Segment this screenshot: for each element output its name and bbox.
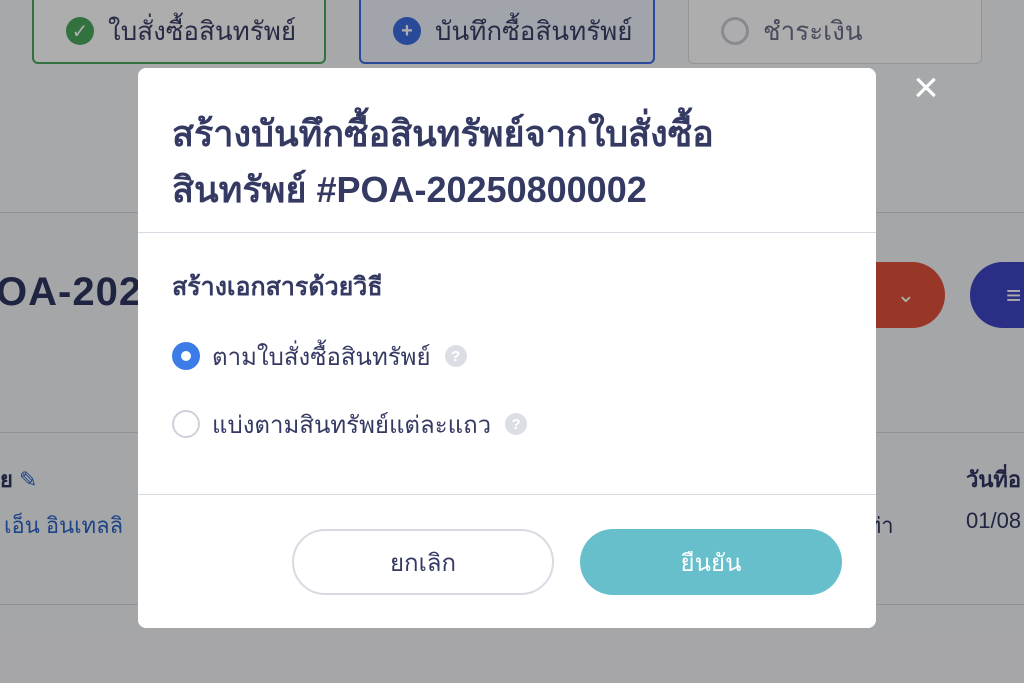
dialog-body: สร้างเอกสารด้วยวิธี ตามใบสั่งซื้อสินทรัพ… [138, 233, 876, 495]
close-icon[interactable]: × [904, 66, 948, 112]
radio-button[interactable] [172, 410, 200, 438]
help-icon[interactable]: ? [505, 413, 528, 435]
cancel-button[interactable]: ยกเลิก [292, 529, 554, 595]
create-record-dialog: สร้างบันทึกซื้อสินทรัพย์จากใบสั่งซื้อ สิ… [138, 68, 876, 628]
dialog-title: สร้างบันทึกซื้อสินทรัพย์จากใบสั่งซื้อ สิ… [172, 106, 842, 218]
option-by-purchase-order[interactable]: ตามใบสั่งซื้อสินทรัพย์ ? [172, 337, 842, 375]
method-section-label: สร้างเอกสารด้วยวิธี [172, 273, 383, 301]
dialog-title-line: สินทรัพย์ #POA-20250800002 [172, 169, 647, 210]
confirm-button[interactable]: ยืนยัน [580, 529, 842, 595]
option-label: แบ่งตามสินทรัพย์แต่ละแถว [212, 411, 492, 439]
option-label: ตามใบสั่งซื้อสินทรัพย์ [212, 343, 431, 371]
dialog-footer: ยกเลิก ยืนยัน [138, 495, 876, 627]
help-icon[interactable]: ? [444, 345, 467, 367]
dialog-title-line: สร้างบันทึกซื้อสินทรัพย์จากใบสั่งซื้อ [172, 113, 714, 154]
option-split-by-row[interactable]: แบ่งตามสินทรัพย์แต่ละแถว ? [172, 405, 842, 443]
radio-button-checked[interactable] [172, 342, 200, 370]
dialog-header: สร้างบันทึกซื้อสินทรัพย์จากใบสั่งซื้อ สิ… [138, 68, 876, 233]
